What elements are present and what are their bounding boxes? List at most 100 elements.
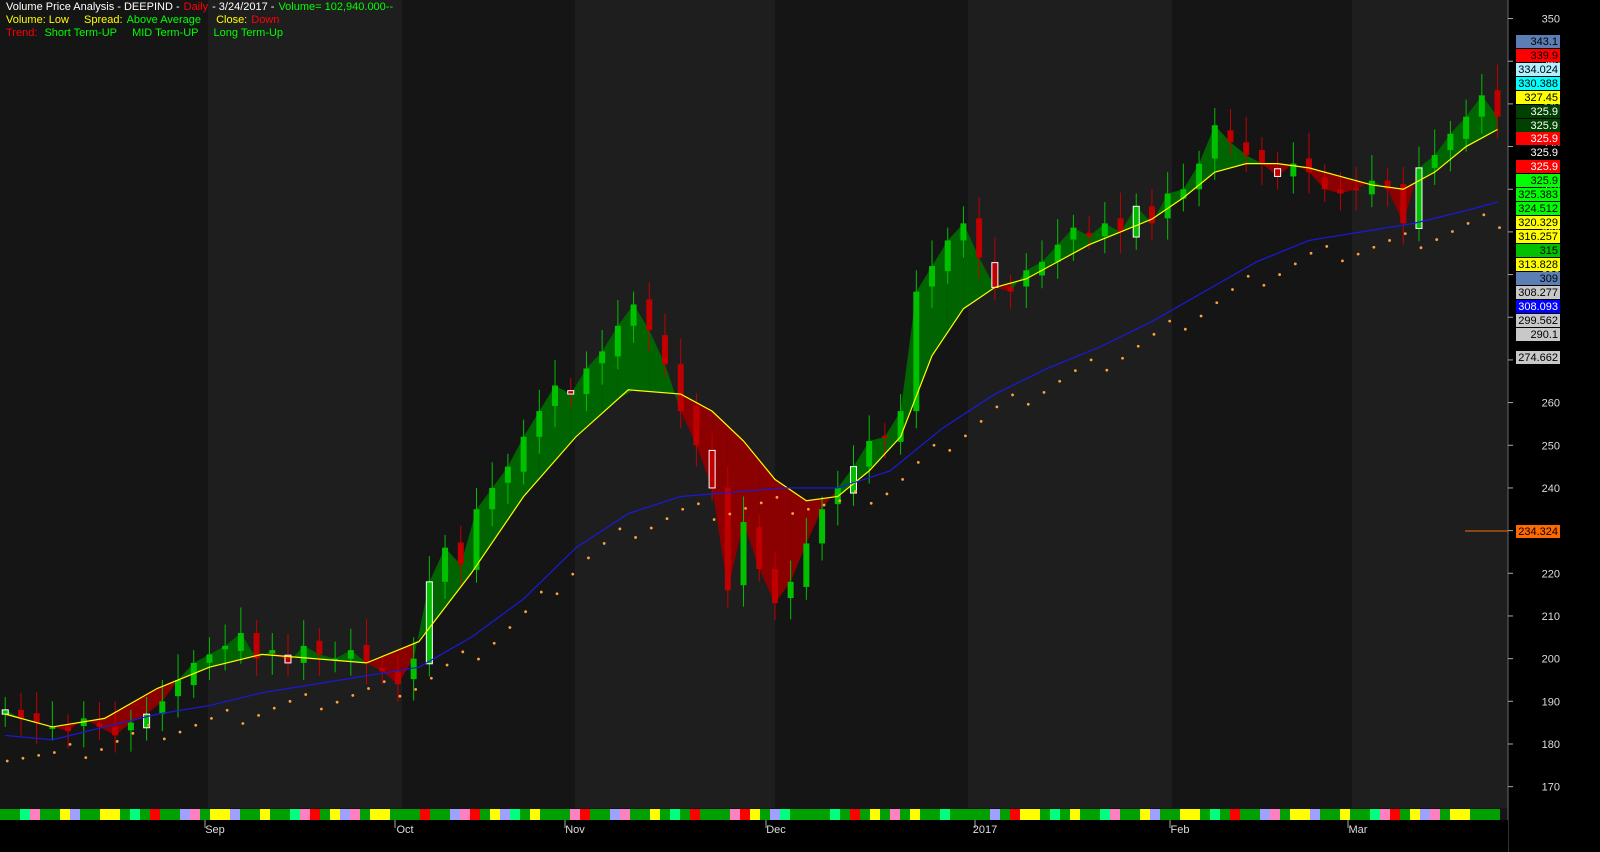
volume-status-strip-cell [1050, 809, 1060, 820]
candle-body [457, 542, 464, 565]
candle-body [756, 527, 763, 570]
spread-value: Above Average [126, 14, 201, 26]
candle-body [677, 364, 684, 412]
sar-dot [932, 443, 936, 447]
sar-dot [1372, 245, 1376, 249]
volume-status-strip-cell [800, 809, 810, 820]
y-tick-label: 350 [1542, 14, 1560, 26]
sar-dot [1105, 368, 1109, 372]
candle-body [237, 633, 244, 651]
volume-status-strip-cell [1410, 809, 1420, 820]
candle-body [1368, 180, 1375, 195]
volume-status-strip-cell [160, 809, 170, 820]
candle-body [112, 726, 119, 736]
sar-dot [916, 460, 920, 464]
candle-body [740, 522, 747, 586]
candle-body [159, 701, 166, 715]
volume-status-strip-cell [460, 809, 470, 820]
volume-status-strip-cell [660, 809, 670, 820]
volume-status-strip-cell [1060, 809, 1070, 820]
sar-dot [288, 699, 292, 703]
volume-status-strip-cell [1470, 809, 1480, 820]
close-value: Down [251, 14, 280, 26]
volume-status-strip-cell [970, 809, 980, 820]
sar-dot [587, 556, 590, 560]
price-chart-svg[interactable]: 1701801902002102202302402502602702802903… [0, 0, 1600, 852]
candle-body [1258, 149, 1265, 164]
volume-status-strip-cell [340, 809, 350, 820]
x-tick-label: Feb [1171, 824, 1190, 836]
candle-body [316, 640, 323, 655]
sar-dot [1498, 226, 1501, 230]
trend-mid: MID Term-UP [132, 27, 199, 39]
sar-dot [869, 501, 873, 505]
candle-body [567, 390, 575, 395]
sar-dot [1451, 230, 1454, 233]
sar-dot [147, 723, 151, 727]
volume-status-strip-cell [570, 809, 580, 820]
sar-dot [539, 590, 543, 594]
volume-status-strip-cell [1230, 809, 1240, 820]
candle-body [520, 436, 527, 472]
volume-status-strip-cell [230, 809, 240, 820]
volume-status-strip-cell [900, 809, 910, 820]
volume-status-strip-cell [1290, 809, 1300, 820]
sar-dot [162, 737, 166, 741]
price-label: 325.9 [1530, 147, 1558, 159]
volume-status-strip-cell [370, 809, 380, 820]
volume-status-strip-cell [300, 809, 310, 820]
volume-status-strip-cell [70, 809, 80, 820]
sar-dot [649, 526, 653, 530]
volume-status-strip-cell [170, 809, 180, 820]
sar-dot [100, 748, 103, 751]
price-label: 339.9 [1530, 50, 1558, 62]
candle-body [442, 547, 449, 582]
sar-dot [131, 731, 135, 735]
close-label: Close: [216, 14, 248, 26]
candle-body [771, 569, 778, 604]
volume-status-strip-cell [390, 809, 400, 820]
volume-status-strip-cell [380, 809, 390, 820]
sar-dot [948, 448, 952, 452]
candle-body [724, 487, 731, 591]
volume-price-chart[interactable]: 1701801902002102202302402502602702802903… [0, 0, 1600, 852]
sar-dot [445, 663, 449, 667]
sar-dot [555, 592, 559, 596]
trend-label: Trend: [6, 27, 38, 39]
price-label: 315 [1540, 245, 1558, 257]
volume-status-strip-cell [1100, 809, 1110, 820]
volume-status-strip-cell [810, 809, 820, 820]
volume-status-strip-cell [1270, 809, 1280, 820]
volume-status-strip-cell [990, 809, 1000, 820]
candle-body [1478, 95, 1485, 117]
volume-status-strip-cell [1360, 809, 1370, 820]
month-band [968, 0, 1172, 808]
volume-status-strip-cell [1340, 809, 1350, 820]
sar-dot [210, 716, 213, 720]
volume-status-strip-cell [540, 809, 550, 820]
volume-status-strip-cell [420, 809, 430, 820]
sar-dot [68, 743, 72, 746]
sar-dot [1278, 273, 1282, 276]
volume-status-strip-cell [1030, 809, 1040, 820]
volume-status-strip-cell [1380, 809, 1390, 820]
sar-dot [1011, 393, 1014, 397]
sar-dot [665, 517, 669, 521]
candle-body [1321, 177, 1328, 190]
sar-dot [1215, 301, 1219, 305]
trend-short: Short Term-UP [44, 27, 117, 39]
candle-body [1274, 168, 1282, 177]
volume-status-strip-cell [620, 809, 630, 820]
volume-status-strip-cell [1120, 809, 1130, 820]
volume-status-strip-cell [150, 809, 160, 820]
candle-body [1148, 206, 1155, 224]
volume-status-strip-cell [1130, 809, 1140, 820]
volume-status-strip-cell [840, 809, 850, 820]
sar-dot [1089, 358, 1093, 362]
volume-status-strip-cell [240, 809, 250, 820]
candle-body [222, 645, 229, 650]
candle-body [1337, 189, 1344, 194]
price-label: 325.383 [1518, 189, 1558, 201]
price-label: 325.9 [1530, 175, 1558, 187]
sar-dot [1121, 356, 1124, 360]
